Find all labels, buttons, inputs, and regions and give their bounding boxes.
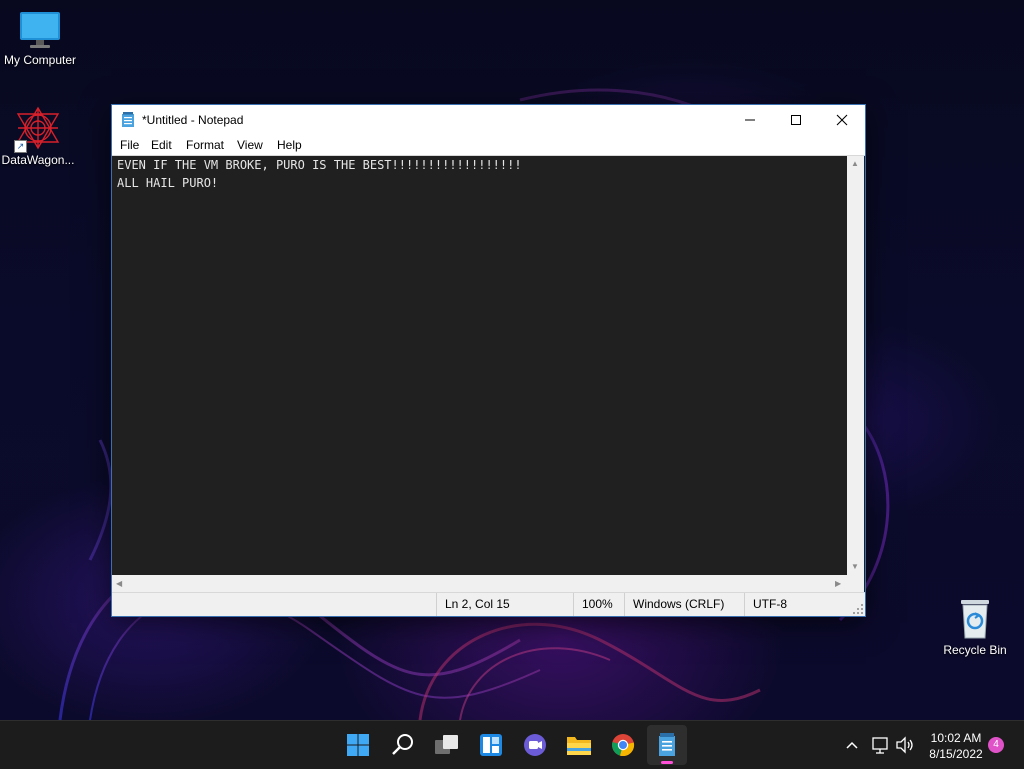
notepad-icon xyxy=(122,112,134,127)
search-icon xyxy=(392,734,413,755)
task-view-button[interactable] xyxy=(427,725,467,765)
status-zoom: 100% xyxy=(573,593,624,616)
volume-icon[interactable] xyxy=(895,734,915,756)
widgets-icon xyxy=(480,734,502,756)
horizontal-scrollbar[interactable]: ◀ ▶ xyxy=(112,575,847,592)
task-view-icon xyxy=(435,735,458,754)
window-title: *Untitled - Notepad xyxy=(142,113,244,127)
desktop-icon-label: My Computer xyxy=(3,53,77,67)
file-explorer-icon xyxy=(567,737,591,755)
chevron-up-icon[interactable] xyxy=(845,734,859,756)
start-icon xyxy=(347,734,369,756)
notepad-window: *Untitled - Notepad File Edit Format Vie… xyxy=(111,104,866,617)
taskbar: 10:02 AM 8/15/2022 4 xyxy=(0,720,1024,769)
active-app-indicator xyxy=(661,761,673,764)
chat-button[interactable] xyxy=(515,725,555,765)
widgets-button[interactable] xyxy=(471,725,511,765)
status-encoding: UTF-8 xyxy=(744,593,854,616)
scroll-up-icon[interactable]: ▲ xyxy=(851,159,859,168)
close-icon xyxy=(836,114,848,126)
desktop-icon-datawagon[interactable]: ↗ DataWagon... xyxy=(0,106,78,167)
resize-grip-icon[interactable] xyxy=(853,604,863,614)
minimize-button[interactable] xyxy=(727,105,773,135)
desktop-icon-label: DataWagon... xyxy=(1,153,75,167)
title-bar[interactable]: *Untitled - Notepad xyxy=(112,105,865,135)
menu-format[interactable]: Format xyxy=(186,138,224,152)
vertical-scrollbar[interactable]: ▲ ▼ xyxy=(847,156,864,575)
maximize-icon xyxy=(791,115,801,125)
menu-view[interactable]: View xyxy=(237,138,263,152)
chrome-icon xyxy=(612,734,635,757)
notepad-icon xyxy=(659,733,675,756)
recycle-bin-icon xyxy=(961,600,989,639)
menu-help[interactable]: Help xyxy=(277,138,302,152)
clock[interactable]: 10:02 AM 8/15/2022 xyxy=(918,730,994,762)
clock-date: 8/15/2022 xyxy=(929,747,983,761)
status-cursor-position: Ln 2, Col 15 xyxy=(436,593,573,616)
scroll-corner xyxy=(847,575,864,592)
status-line-ending: Windows (CRLF) xyxy=(624,593,744,616)
scroll-down-icon[interactable]: ▼ xyxy=(851,562,859,571)
file-explorer-button[interactable] xyxy=(559,725,599,765)
maximize-button[interactable] xyxy=(773,105,819,135)
close-button[interactable] xyxy=(819,105,865,135)
desktop-icon-recycle-bin[interactable]: Recycle Bin xyxy=(935,596,1015,657)
text-editor[interactable]: EVEN IF THE VM BROKE, PURO IS THE BEST!!… xyxy=(112,156,847,575)
monitor-icon xyxy=(20,12,60,48)
notepad-taskbar-button[interactable] xyxy=(647,725,687,765)
text-line: ALL HAIL PURO! xyxy=(117,176,219,190)
shortcut-arrow-icon: ↗ xyxy=(14,140,27,153)
menu-edit[interactable]: Edit xyxy=(151,138,172,152)
network-icon[interactable] xyxy=(871,734,889,756)
menu-file[interactable]: File xyxy=(120,138,139,152)
minimize-icon xyxy=(745,119,755,121)
scroll-left-icon[interactable]: ◀ xyxy=(116,579,122,588)
text-line: EVEN IF THE VM BROKE, PURO IS THE BEST!!… xyxy=(117,158,522,172)
start-button[interactable] xyxy=(338,725,378,765)
notification-badge[interactable]: 4 xyxy=(988,737,1004,753)
desktop-icon-label: Recycle Bin xyxy=(943,643,1007,657)
search-button[interactable] xyxy=(383,725,423,765)
desktop-icon-my-computer[interactable]: My Computer xyxy=(0,10,80,67)
chrome-button[interactable] xyxy=(603,725,643,765)
status-bar: Ln 2, Col 15 100% Windows (CRLF) UTF-8 xyxy=(112,592,865,616)
scroll-right-icon[interactable]: ▶ xyxy=(835,579,841,588)
clock-time: 10:02 AM xyxy=(930,731,982,745)
chat-icon xyxy=(524,734,546,756)
menu-bar: File Edit Format View Help xyxy=(112,135,865,156)
